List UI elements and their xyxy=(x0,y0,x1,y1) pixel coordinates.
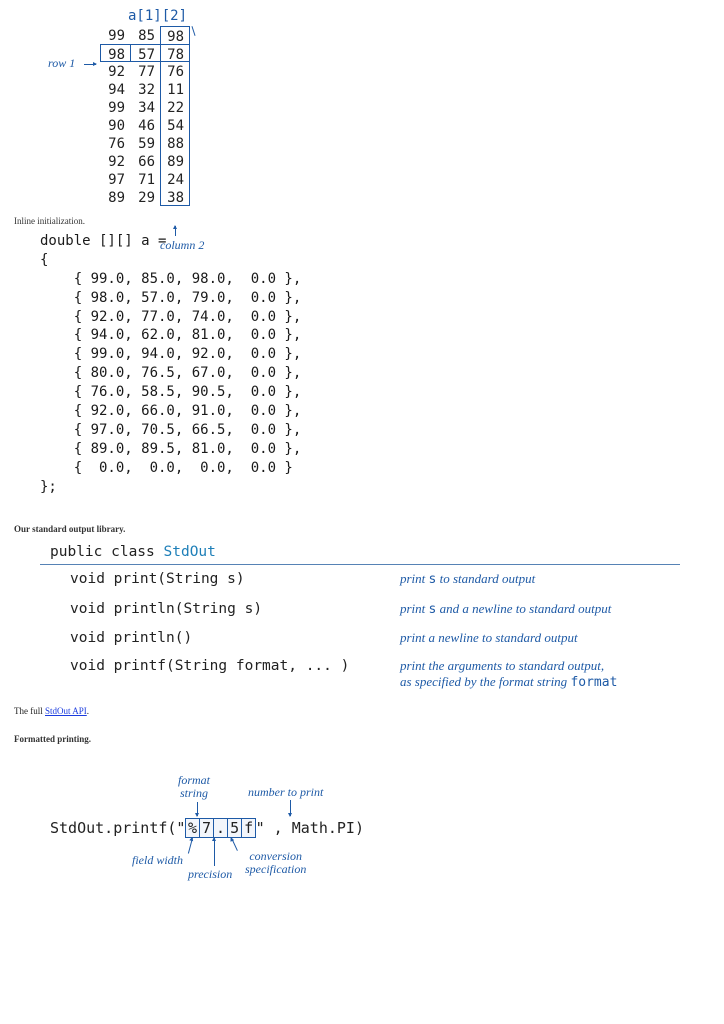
api-method-signature: void printf(String format, ... ) xyxy=(70,658,400,692)
array-index-label: a[1][2] xyxy=(128,8,270,24)
api-method-desc: print the arguments to standard output, … xyxy=(400,658,680,692)
array-cell: 77 xyxy=(130,62,160,80)
array-cell: 89 xyxy=(100,188,130,206)
array-index-diagram: a[1][2] 99859898577892777694321199342290… xyxy=(50,8,270,206)
row-annotation: row 1 xyxy=(48,56,75,71)
array-cell: 34 xyxy=(130,98,160,116)
section-stdout-lib: Our standard output library. xyxy=(14,524,724,534)
array-cell: 38 xyxy=(160,188,190,206)
array-cell: 59 xyxy=(130,134,160,152)
api-method-desc: print s to standard output xyxy=(400,571,680,588)
api-class-head: public class StdOut xyxy=(40,542,680,565)
ann-number-to-print: number to print xyxy=(248,786,323,799)
section-formatted-printing: Formatted printing. xyxy=(14,734,724,744)
array-cell: 76 xyxy=(160,62,190,80)
array-cell: 57 xyxy=(130,44,160,62)
column-annotation: column 2 xyxy=(160,238,204,253)
array-cell: 78 xyxy=(160,44,190,62)
api-method-signature: void println() xyxy=(70,630,400,646)
array-cell: 32 xyxy=(130,80,160,98)
fmt-conv: f xyxy=(241,818,256,838)
api-row: void printf(String format, ... )print th… xyxy=(40,652,680,698)
full-api-link-line: The full StdOut API. xyxy=(14,706,724,716)
array-cell: 54 xyxy=(160,116,190,134)
ann-format-string: format string xyxy=(178,774,210,800)
ann-conversion-spec: conversion specification xyxy=(245,850,306,876)
api-method-signature: void print(String s) xyxy=(70,571,400,588)
ann-precision: precision xyxy=(188,868,232,881)
array-cell: 66 xyxy=(130,152,160,170)
array-cell: 89 xyxy=(160,152,190,170)
array-cell: 76 xyxy=(100,134,130,152)
api-row: void println()print a newline to standar… xyxy=(40,624,680,652)
section-inline-init: Inline initialization. xyxy=(14,216,724,226)
array-cell: 71 xyxy=(130,170,160,188)
api-row: void println(String s)print s and a newl… xyxy=(40,595,680,624)
array-cell: 22 xyxy=(160,98,190,116)
array-cell: 99 xyxy=(100,98,130,116)
array-cell: 88 xyxy=(160,134,190,152)
printf-code: StdOut.printf("%7.5f" , Math.PI) xyxy=(50,818,364,838)
array-cell: 98 xyxy=(160,26,190,44)
stdout-api-table: public class StdOut void print(String s)… xyxy=(40,542,680,697)
array-cell: 85 xyxy=(130,26,160,44)
array-cell: 99 xyxy=(100,26,130,44)
array-cell: 97 xyxy=(100,170,130,188)
ann-field-width: field width xyxy=(132,854,183,867)
array-cell: 29 xyxy=(130,188,160,206)
array-grid: 9985989857789277769432119934229046547659… xyxy=(100,26,270,206)
api-method-signature: void println(String s) xyxy=(70,601,400,618)
fmt-prec: 5 xyxy=(227,818,242,838)
array-cell: 92 xyxy=(100,62,130,80)
api-method-desc: print a newline to standard output xyxy=(400,630,680,646)
array-cell: 92 xyxy=(100,152,130,170)
fmt-width: 7 xyxy=(199,818,214,838)
fmt-dot: . xyxy=(213,818,228,838)
stdout-api-link[interactable]: StdOut API xyxy=(45,706,87,716)
array-cell: 90 xyxy=(100,116,130,134)
code-inline-init: double [][] a = { { 99.0, 85.0, 98.0, 0.… xyxy=(40,232,724,496)
fmt-pct: % xyxy=(185,818,200,838)
api-method-desc: print s and a newline to standard output xyxy=(400,601,680,618)
array-cell: 94 xyxy=(100,80,130,98)
array-cell: 46 xyxy=(130,116,160,134)
array-cell: 24 xyxy=(160,170,190,188)
array-cell: 98 xyxy=(100,44,130,62)
printf-diagram: format string number to print StdOut.pri… xyxy=(50,774,724,904)
array-cell: 11 xyxy=(160,80,190,98)
api-row: void print(String s)print s to standard … xyxy=(40,565,680,594)
